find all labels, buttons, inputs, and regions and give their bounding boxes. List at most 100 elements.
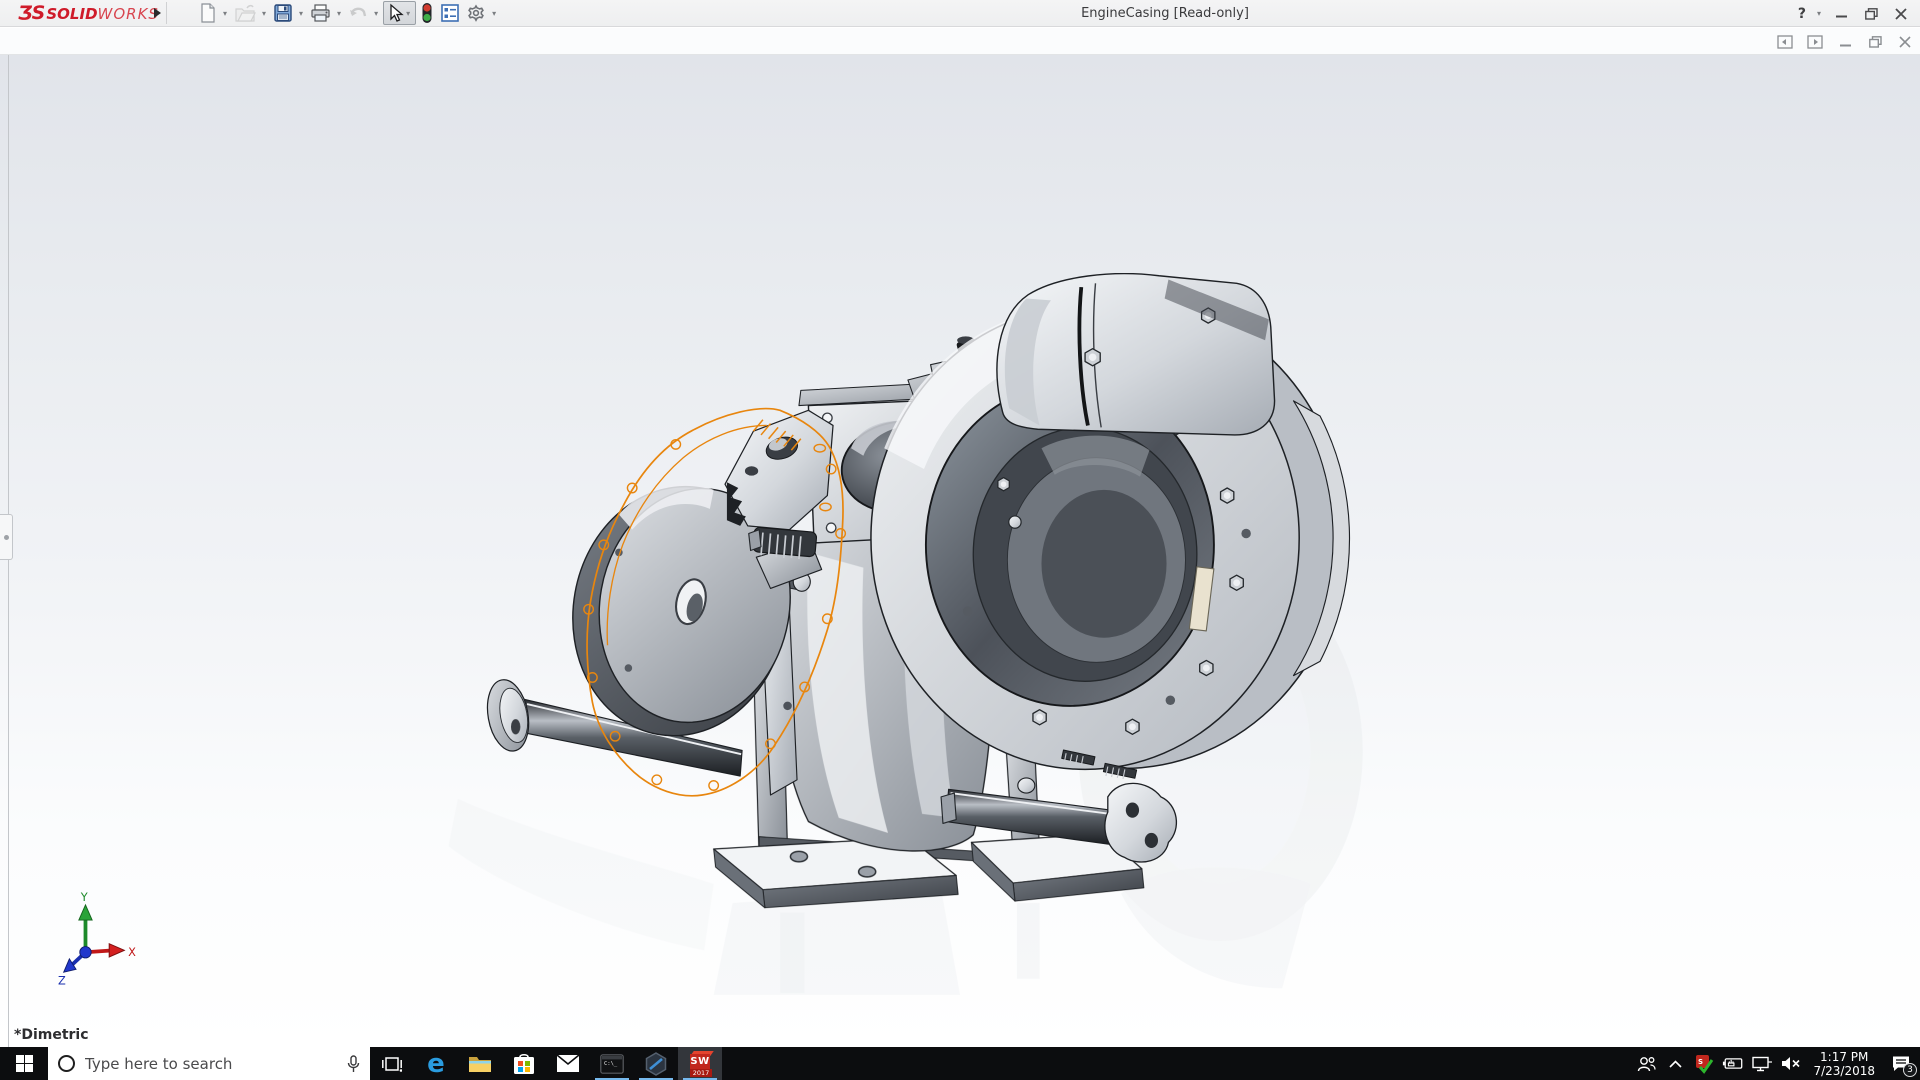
clock-date: 7/23/2018: [1813, 1064, 1875, 1078]
taskbar-apps: e C:: [370, 1047, 722, 1080]
cortana-icon: [58, 1055, 75, 1072]
previous-pane-icon: [1777, 35, 1793, 49]
open-document-icon: [234, 3, 256, 23]
new-dropdown-caret[interactable]: ▾: [223, 9, 227, 18]
close-icon: [1895, 8, 1907, 20]
model-canvas: Y X Z: [0, 55, 1920, 1047]
mail-button[interactable]: [546, 1047, 590, 1080]
taskbar-search[interactable]: [48, 1047, 370, 1080]
print-dropdown-caret[interactable]: ▾: [337, 9, 341, 18]
system-tray: S 1:17 PM: [1635, 1047, 1920, 1080]
svg-text:S: S: [1698, 1058, 1703, 1066]
store-button[interactable]: [502, 1047, 546, 1080]
triad-y-label: Y: [80, 890, 88, 904]
task-view-icon: [382, 1055, 402, 1073]
solidworks-2017-icon: SW 2017: [688, 1051, 712, 1077]
toolbar-separator: [166, 2, 167, 24]
store-icon: [513, 1053, 535, 1075]
clock-time: 1:17 PM: [1813, 1050, 1875, 1064]
new-document-icon: [199, 3, 217, 23]
start-button[interactable]: [0, 1047, 48, 1080]
document-window-bar: [0, 28, 1920, 55]
edge-button[interactable]: e: [414, 1047, 458, 1080]
help-button[interactable]: ?: [1793, 3, 1811, 25]
solidworks-icon-year: 2017: [690, 1069, 712, 1077]
edge-icon: e: [427, 1051, 445, 1077]
undo-dropdown-caret[interactable]: ▾: [374, 9, 378, 18]
next-pane-icon: [1807, 35, 1823, 49]
microphone-icon[interactable]: [347, 1055, 360, 1073]
command-prompt-label: C:\_: [604, 1061, 618, 1067]
action-center-button[interactable]: 3: [1886, 1050, 1916, 1078]
hexagon-app-button[interactable]: [634, 1047, 678, 1080]
minimize-icon: [1836, 8, 1847, 19]
restore-icon: [1865, 8, 1878, 20]
undo-icon: [348, 4, 368, 22]
hexagon-app-icon: [644, 1052, 668, 1076]
solidworks-logo: ƷS SOLID WORKS: [0, 2, 150, 24]
rebuild-traffic-light-button[interactable]: [418, 1, 436, 25]
open-document-button[interactable]: [232, 1, 258, 25]
orientation-triad: Y X Z: [58, 890, 136, 987]
volume-muted-icon[interactable]: [1780, 1050, 1802, 1078]
file-explorer-button[interactable]: [458, 1047, 502, 1080]
property-list-icon: [440, 3, 460, 23]
window-controls: ? ▾: [1793, 0, 1920, 27]
next-pane-button[interactable]: [1804, 32, 1826, 52]
doc-minimize-icon: [1840, 37, 1851, 48]
battery-charging-icon[interactable]: [1722, 1050, 1744, 1078]
new-document-button[interactable]: [197, 1, 219, 25]
people-icon[interactable]: [1635, 1050, 1657, 1078]
print-icon: [310, 3, 331, 23]
top-cover-housing[interactable]: [997, 274, 1275, 435]
mail-icon: [556, 1055, 580, 1072]
options-settings-button[interactable]: [464, 1, 488, 25]
standard-toolbar: ▾ ▾ ▾ ▾: [197, 1, 499, 25]
taskbar-clock[interactable]: 1:17 PM 7/23/2018: [1809, 1050, 1879, 1078]
restore-button[interactable]: [1858, 3, 1884, 25]
file-explorer-icon: [468, 1054, 492, 1073]
minimize-button[interactable]: [1828, 3, 1854, 25]
save-icon: [273, 3, 293, 23]
solidworks-logo-solid: SOLID: [46, 5, 97, 23]
solidworks-icon-label: SW: [690, 1054, 710, 1069]
search-input[interactable]: [85, 1055, 337, 1073]
save-button[interactable]: [271, 1, 295, 25]
command-prompt-button[interactable]: C:\_: [590, 1047, 634, 1080]
doc-close-button[interactable]: [1894, 32, 1916, 52]
network-icon[interactable]: [1751, 1050, 1773, 1078]
save-dropdown-caret[interactable]: ▾: [299, 9, 303, 18]
select-dropdown-caret[interactable]: ▾: [406, 9, 410, 18]
graphics-area[interactable]: Y X Z *Dimetric: [0, 55, 1920, 1047]
undo-button[interactable]: [346, 1, 370, 25]
document-window-controls: [1774, 30, 1916, 54]
solidworks-2017-button[interactable]: SW 2017: [678, 1047, 722, 1080]
help-dropdown-caret[interactable]: ▾: [1817, 9, 1821, 18]
open-dropdown-caret[interactable]: ▾: [262, 9, 266, 18]
title-bar: ƷS SOLID WORKS ▾ ▾: [0, 0, 1920, 27]
windows-logo-icon: [16, 1055, 33, 1072]
select-tool-button[interactable]: ▾: [383, 1, 416, 25]
task-view-button[interactable]: [370, 1047, 414, 1080]
notification-badge: 3: [1903, 1063, 1917, 1077]
menu-flyout-arrow-icon[interactable]: [150, 4, 164, 22]
command-prompt-icon: C:\_: [600, 1054, 624, 1074]
previous-pane-button[interactable]: [1774, 32, 1796, 52]
gear-icon: [466, 3, 486, 23]
doc-minimize-button[interactable]: [1834, 32, 1856, 52]
solidworks-logo-glyph: ƷS: [18, 2, 44, 24]
property-list-button[interactable]: [438, 1, 462, 25]
triad-x-label: X: [128, 945, 136, 959]
tray-expand-chevron-icon[interactable]: [1664, 1050, 1686, 1078]
options-dropdown-caret[interactable]: ▾: [492, 9, 496, 18]
doc-restore-button[interactable]: [1864, 32, 1886, 52]
traffic-light-icon: [420, 2, 434, 24]
select-cursor-icon: [386, 3, 404, 23]
view-orientation-label: *Dimetric: [14, 1027, 89, 1043]
triad-z-label: Z: [58, 973, 66, 987]
windows-taskbar: e C:: [0, 1047, 1920, 1080]
print-button[interactable]: [308, 1, 333, 25]
doc-close-icon: [1899, 36, 1911, 48]
solidworks-resource-monitor-icon[interactable]: S: [1693, 1050, 1715, 1078]
close-button[interactable]: [1888, 3, 1914, 25]
